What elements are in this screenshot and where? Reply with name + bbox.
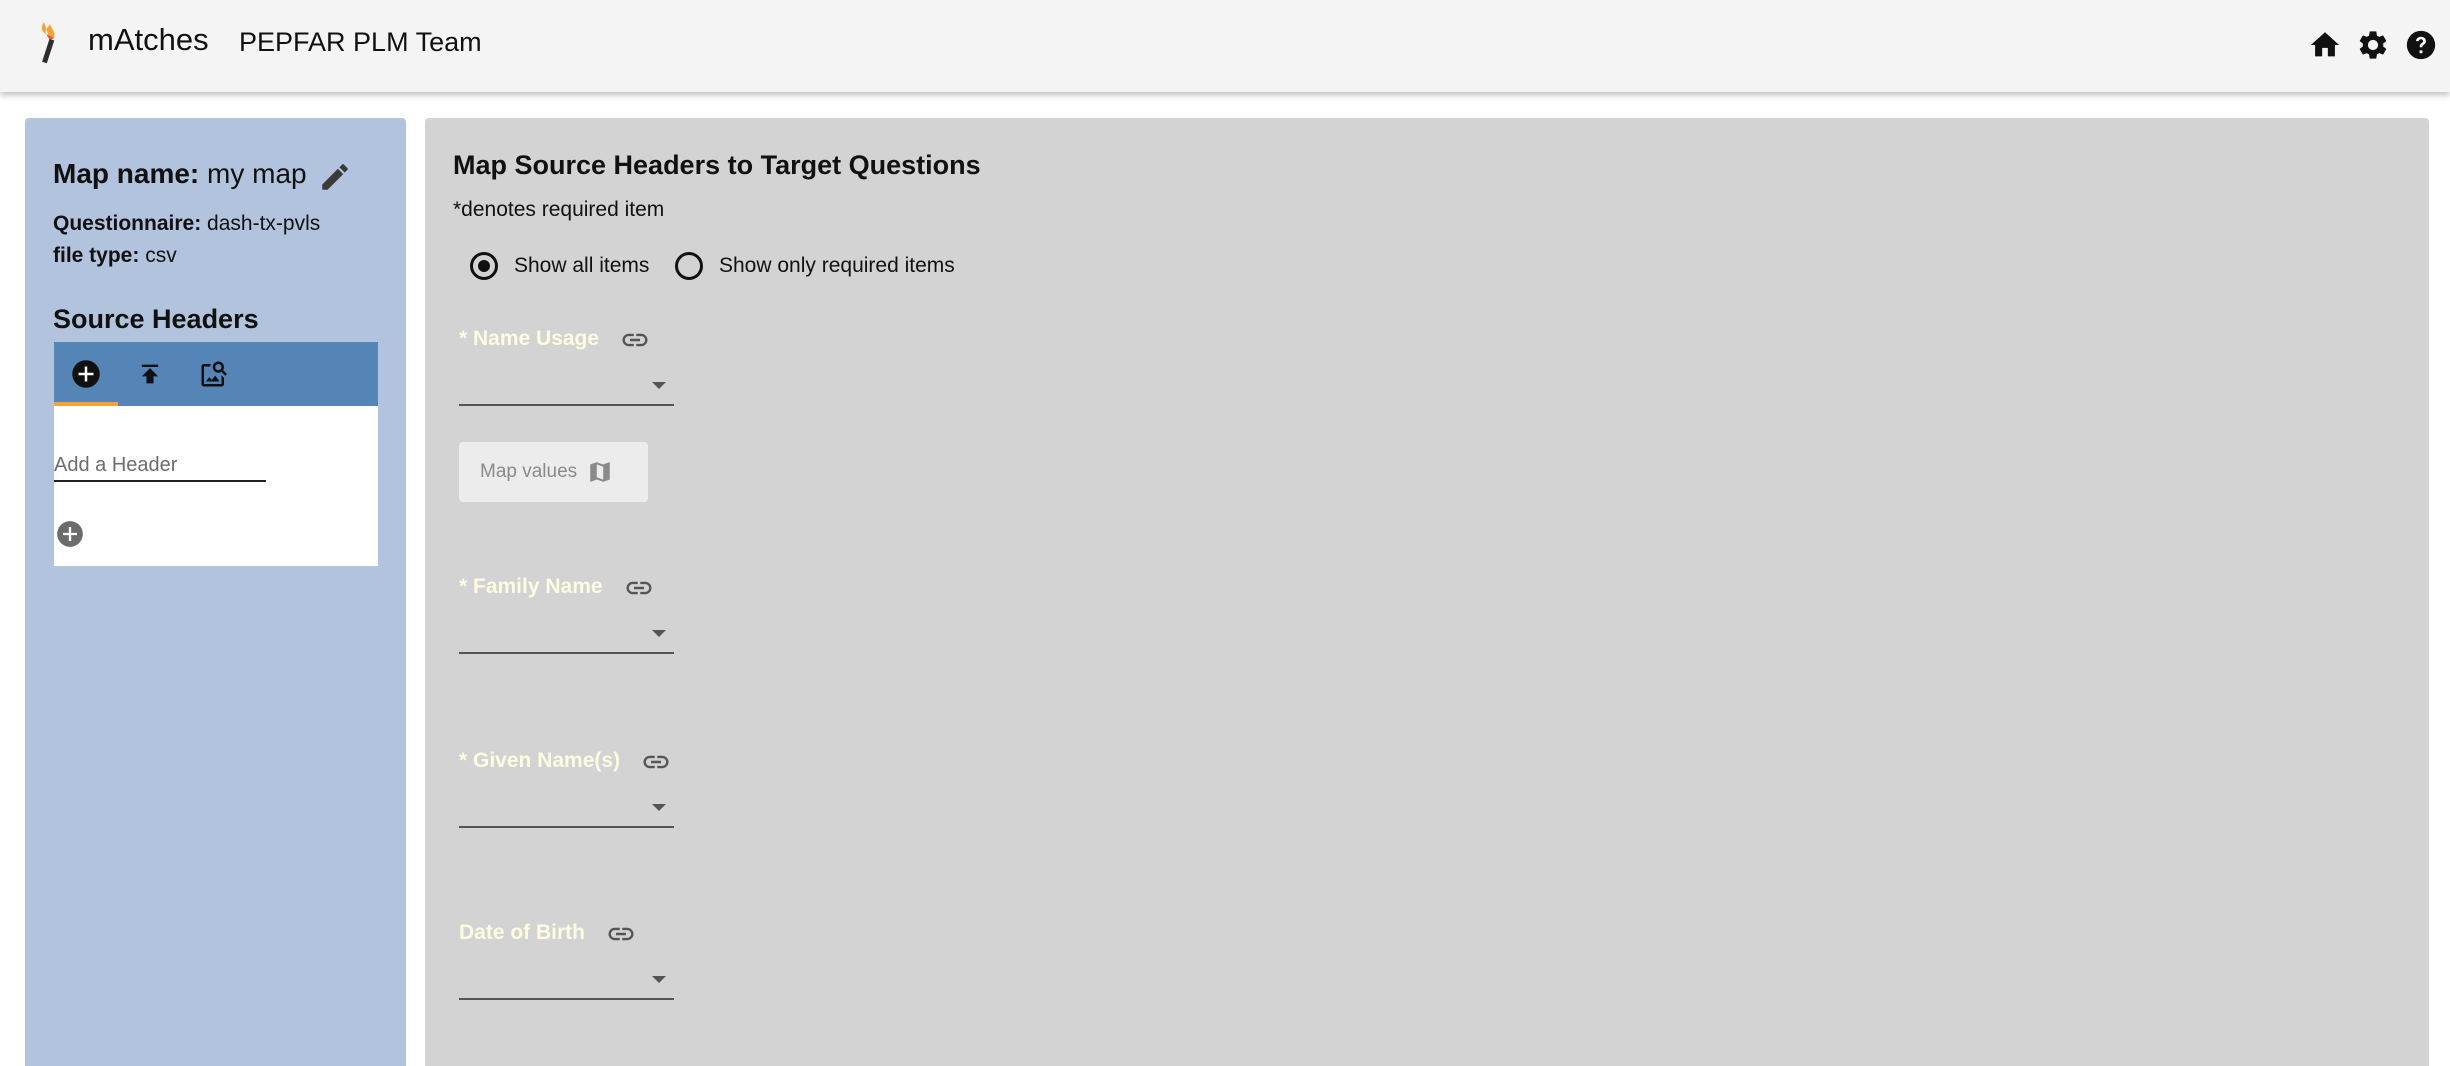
help-icon[interactable]: [2404, 28, 2438, 62]
map-values-button[interactable]: Map values: [459, 442, 648, 502]
tab-image-search[interactable]: [182, 342, 246, 406]
page-title: Map Source Headers to Target Questions: [453, 150, 981, 180]
edit-icon[interactable]: [318, 160, 352, 194]
file-type-value: csv: [145, 244, 177, 267]
source-headers-tabs: [54, 342, 378, 406]
tab-add-header[interactable]: [54, 342, 118, 406]
dropdown-arrow-icon: [652, 382, 666, 389]
link-icon[interactable]: [606, 919, 636, 949]
family-name-select[interactable]: [459, 614, 674, 654]
mapping-panel: Map Source Headers to Target Questions *…: [425, 118, 2429, 1066]
field-label-family-name: * Family Name: [459, 575, 603, 598]
dropdown-arrow-icon: [652, 976, 666, 983]
link-icon[interactable]: [620, 325, 650, 355]
home-icon[interactable]: [2308, 28, 2342, 62]
link-icon[interactable]: [641, 747, 671, 777]
questionnaire-label: Questionnaire:: [53, 212, 202, 235]
settings-icon[interactable]: [2356, 28, 2390, 62]
tab-upload[interactable]: [118, 342, 182, 406]
show-all-label: Show all items: [514, 254, 650, 277]
app-title[interactable]: mAtches: [88, 22, 209, 58]
map-name-value: my map: [207, 158, 307, 189]
team-name: PEPFAR PLM Team: [239, 27, 482, 57]
torch-logo-icon: [41, 22, 55, 64]
map-icon: [590, 462, 610, 482]
questionnaire-value: dash-tx-pvls: [207, 212, 321, 235]
link-icon[interactable]: [624, 573, 654, 603]
radio-unselected-icon: [675, 252, 703, 280]
add-header-input[interactable]: [54, 450, 266, 482]
image-search-icon: [201, 361, 228, 387]
source-headers-title: Source Headers: [53, 304, 259, 334]
add-circle-icon: [72, 360, 100, 388]
radio-selected-icon: [470, 252, 498, 280]
file-type-label: file type:: [53, 244, 140, 267]
map-name-label: Map name:: [53, 158, 200, 189]
field-label-name-usage: * Name Usage: [459, 327, 600, 350]
app-header: mAtches PEPFAR PLM Team: [0, 0, 2450, 92]
field-label-date-of-birth: Date of Birth: [459, 921, 585, 944]
field-label-given-names: * Given Name(s): [459, 749, 621, 772]
add-header-button[interactable]: [56, 520, 84, 548]
map-values-label: Map values: [480, 461, 578, 482]
given-names-select[interactable]: [459, 788, 674, 828]
add-header-panel: [54, 406, 378, 566]
date-of-birth-select[interactable]: [459, 960, 674, 1000]
show-required-label: Show only required items: [719, 254, 955, 277]
upload-icon: [141, 364, 159, 384]
required-note: *denotes required item: [453, 198, 665, 221]
name-usage-select[interactable]: [459, 366, 674, 406]
dropdown-arrow-icon: [652, 804, 666, 811]
sidebar-panel: Map name: my map Questionnaire: dash-tx-…: [25, 118, 406, 1066]
file-type-info: file type: csv: [53, 244, 177, 268]
show-required-radio[interactable]: Show only required items: [675, 252, 955, 280]
show-all-radio[interactable]: Show all items: [470, 252, 649, 280]
map-name: Map name: my map: [53, 158, 307, 190]
questionnaire-info: Questionnaire: dash-tx-pvls: [53, 212, 320, 236]
dropdown-arrow-icon: [652, 630, 666, 637]
